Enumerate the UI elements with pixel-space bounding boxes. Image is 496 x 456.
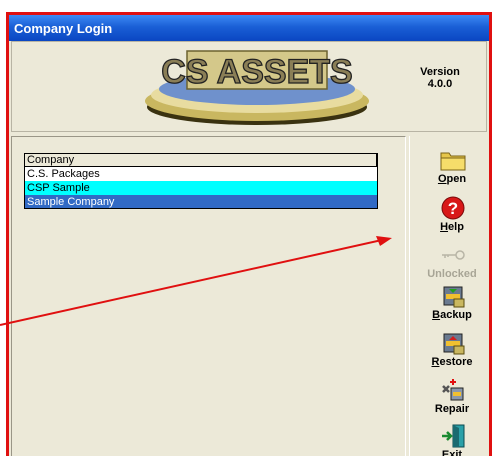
help-icon: ? [441,196,465,220]
folder-icon [440,152,466,171]
action-toolbar: Open ? Help Unlocked Backup Restore Repa… [409,136,487,456]
exit-label: it [455,449,463,456]
help-label-key: H [440,221,449,233]
key-icon [442,250,465,260]
company-panel: Company C.S. Packages CSP Sample Sample … [11,136,406,456]
exit-door-icon [442,424,465,448]
cs-assets-logo: CS ASSETS [145,50,369,125]
restore-icon [443,333,465,355]
svg-text:?: ? [448,199,458,218]
list-item[interactable]: CSP Sample [24,181,378,195]
company-login-window: Company Login CS ASSETS Version 4.0.0 Co… [6,12,492,456]
restore-label: estore [439,356,473,368]
title-bar[interactable]: Company Login [9,15,489,41]
open-label-key: O [437,173,447,185]
backup-button[interactable]: Backup [412,278,489,327]
help-button[interactable]: ? Help [412,190,489,239]
list-header-company[interactable]: Company [24,153,378,167]
help-label: elp [448,221,464,233]
open-button[interactable]: Open [412,142,489,191]
list-item[interactable]: C.S. Packages [24,167,378,181]
company-list[interactable]: Company C.S. Packages CSP Sample Sample … [24,153,378,209]
repair-button[interactable]: Repair [412,372,489,421]
banner: CS ASSETS Version 4.0.0 [11,41,487,132]
open-label: pen [446,173,467,185]
backup-label: ackup [440,309,472,321]
version-number: 4.0.0 [427,78,453,90]
version-info: Version 4.0.0 [410,66,470,90]
list-item-selected[interactable]: Sample Company [24,195,378,209]
backup-icon [443,286,465,308]
screenshot-frame: Company Login CS ASSETS Version 4.0.0 Co… [0,0,496,456]
restore-button[interactable]: Restore [412,325,489,374]
repair-icon [442,379,464,401]
logo-text: CS ASSETS [161,53,352,91]
version-label: Version [420,66,460,78]
exit-button[interactable]: Exit [412,418,489,456]
repair-label: Repair [434,403,470,415]
backup-label-key: B [432,309,441,321]
window-title: Company Login [14,21,113,36]
